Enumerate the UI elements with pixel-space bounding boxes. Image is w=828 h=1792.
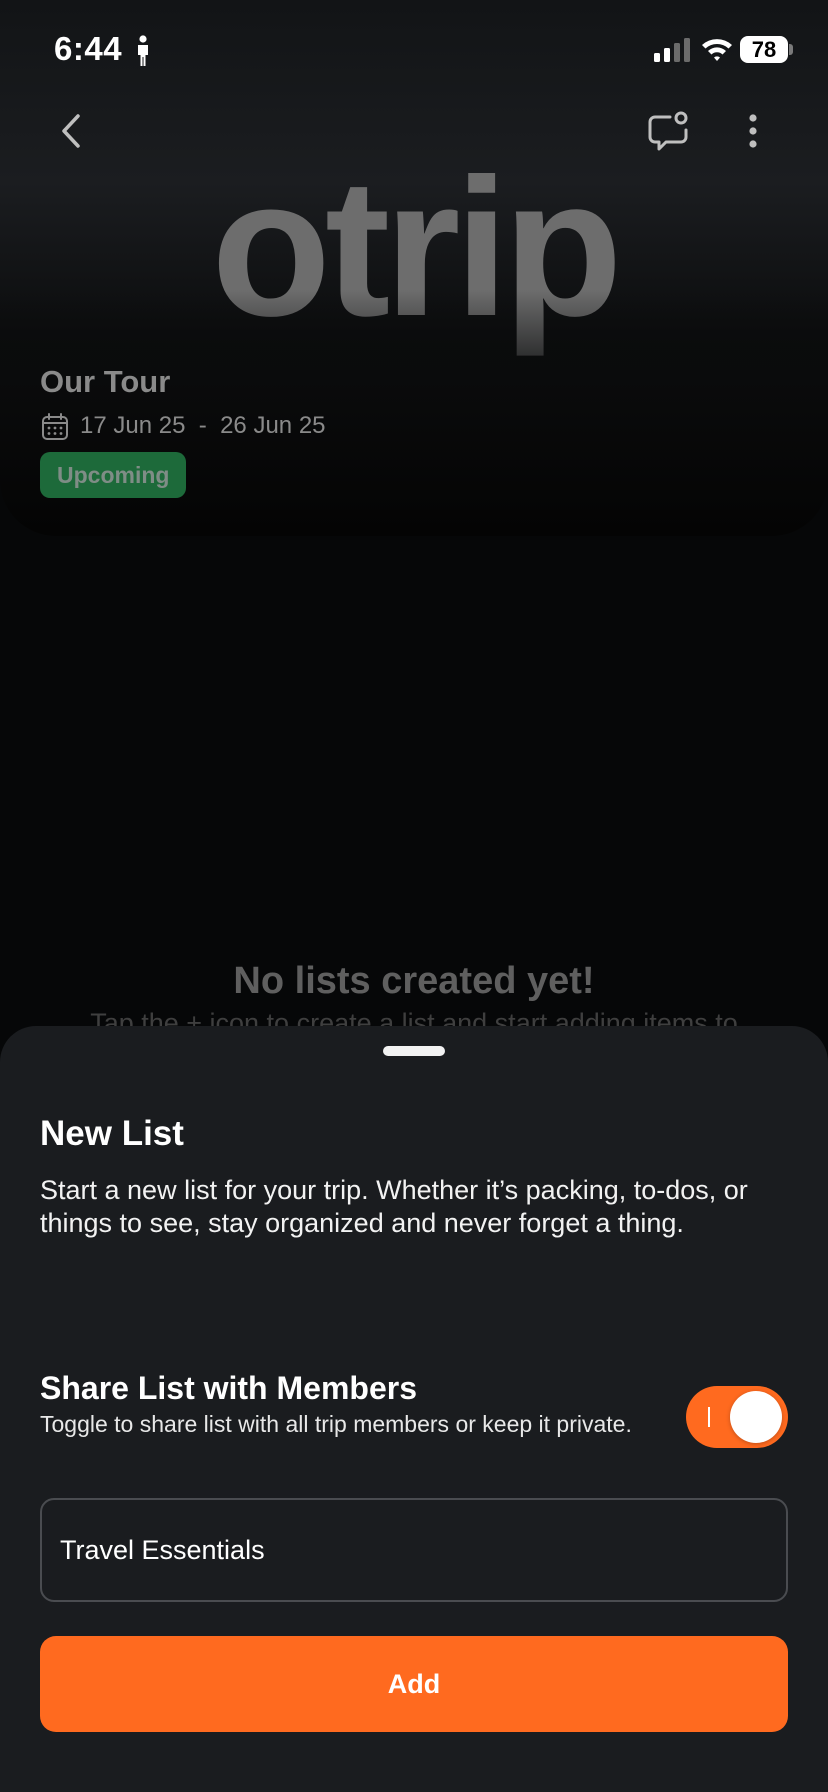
share-list-description: Toggle to share list with all trip membe… (40, 1411, 632, 1437)
trip-dates: 17 Jun 25 - 26 Jun 25 (80, 412, 326, 439)
back-button[interactable] (50, 106, 94, 156)
calendar-icon (42, 413, 68, 440)
sheet-description: Start a new list for your trip. Whether … (40, 1175, 748, 1238)
cellular-signal-icon (654, 38, 690, 62)
list-name-input[interactable] (40, 1498, 788, 1602)
more-options-button[interactable] (738, 110, 768, 154)
share-list-title: Share List with Members (40, 1370, 417, 1406)
new-list-sheet: New List Start a new list for your trip.… (0, 1026, 828, 1792)
trip-title: Our Tour (40, 364, 171, 399)
walking-person-icon (138, 35, 148, 66)
trip-header-card: 6:44 78 otrip Our Tour 17 Jun 25 - 26 Ju… (0, 0, 828, 536)
wifi-icon (702, 39, 732, 61)
sheet-grabber[interactable] (383, 1046, 445, 1056)
status-bar: 6:44 78 (0, 0, 828, 100)
share-list-toggle[interactable] (686, 1386, 788, 1448)
battery-indicator: 78 (740, 36, 788, 63)
status-badge: Upcoming (40, 452, 187, 498)
add-button[interactable]: Add (40, 1636, 788, 1732)
status-time: 6:44 (54, 30, 123, 67)
toggle-knob (730, 1391, 782, 1443)
empty-state-title: No lists created yet! (233, 960, 595, 1002)
chat-notification-button[interactable] (646, 110, 690, 154)
toggle-on-mark (708, 1407, 710, 1427)
battery-cap (789, 44, 793, 55)
sheet-title: New List (40, 1114, 184, 1153)
